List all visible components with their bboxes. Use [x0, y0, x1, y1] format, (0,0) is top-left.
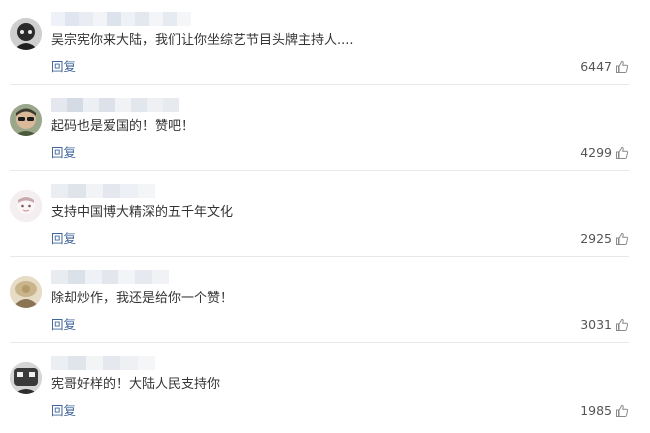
username-mosaic [51, 270, 170, 284]
like-count: 3031 [580, 317, 612, 332]
divider [10, 170, 629, 171]
comment-text: 吴宗宪你来大陆，我们让你坐综艺节目头牌主持人.... [51, 33, 354, 48]
avatar-tan-icon [10, 276, 42, 308]
thumbs-up-icon [616, 404, 629, 417]
comment-item: 宪哥好样的！大陆人民支持你 回复 1985 [0, 344, 650, 429]
reply-button[interactable]: 回复 [51, 317, 76, 333]
like-button[interactable]: 3031 [580, 317, 629, 333]
avatar-dark-icon [10, 362, 42, 394]
avatar-dark-icon [10, 18, 42, 50]
avatar[interactable] [10, 362, 42, 394]
divider [10, 342, 629, 343]
divider [10, 84, 629, 85]
comment-item: 起码也是爱国的！赞吧！ 回复 4299 [0, 86, 650, 171]
like-button[interactable]: 1985 [580, 403, 629, 419]
comment-item: 除却炒作，我还是给你一个赞！ 回复 3031 [0, 258, 650, 343]
like-button[interactable]: 6447 [580, 59, 629, 75]
thumbs-up-icon [616, 232, 629, 245]
reply-button[interactable]: 回复 [51, 403, 76, 419]
reply-button[interactable]: 回复 [51, 59, 76, 75]
like-count: 4299 [580, 145, 612, 160]
avatar[interactable] [10, 190, 42, 222]
like-count: 6447 [580, 59, 612, 74]
thumbs-up-icon [616, 60, 629, 73]
comment-text: 宪哥好样的！大陆人民支持你 [51, 377, 221, 392]
thumbs-up-icon [616, 318, 629, 331]
reply-button[interactable]: 回复 [51, 145, 76, 161]
thumbs-up-icon [616, 146, 629, 159]
like-button[interactable]: 2925 [580, 231, 629, 247]
comment-item: 支持中国博大精深的五千年文化 回复 2925 [0, 172, 650, 257]
comment-list: 吴宗宪你来大陆，我们让你坐综艺节目头牌主持人.... 回复 6447 起码也是爱… [0, 0, 650, 433]
divider [10, 256, 629, 257]
avatar[interactable] [10, 276, 42, 308]
username-mosaic [51, 356, 155, 370]
username-mosaic [51, 12, 191, 26]
avatar[interactable] [10, 18, 42, 50]
like-count: 1985 [580, 403, 612, 418]
username-mosaic [51, 184, 155, 198]
comment-item: 吴宗宪你来大陆，我们让你坐综艺节目头牌主持人.... 回复 6447 [0, 0, 650, 85]
comment-text: 起码也是爱国的！赞吧！ [51, 119, 195, 134]
like-count: 2925 [580, 231, 612, 246]
reply-button[interactable]: 回复 [51, 231, 76, 247]
comment-text: 支持中国博大精深的五千年文化 [51, 205, 234, 220]
like-button[interactable]: 4299 [580, 145, 629, 161]
avatar-light-icon [10, 190, 42, 222]
avatar-sunglasses-icon [10, 104, 42, 136]
avatar[interactable] [10, 104, 42, 136]
comment-text: 除却炒作，我还是给你一个赞！ [51, 291, 234, 306]
username-mosaic [51, 98, 179, 112]
